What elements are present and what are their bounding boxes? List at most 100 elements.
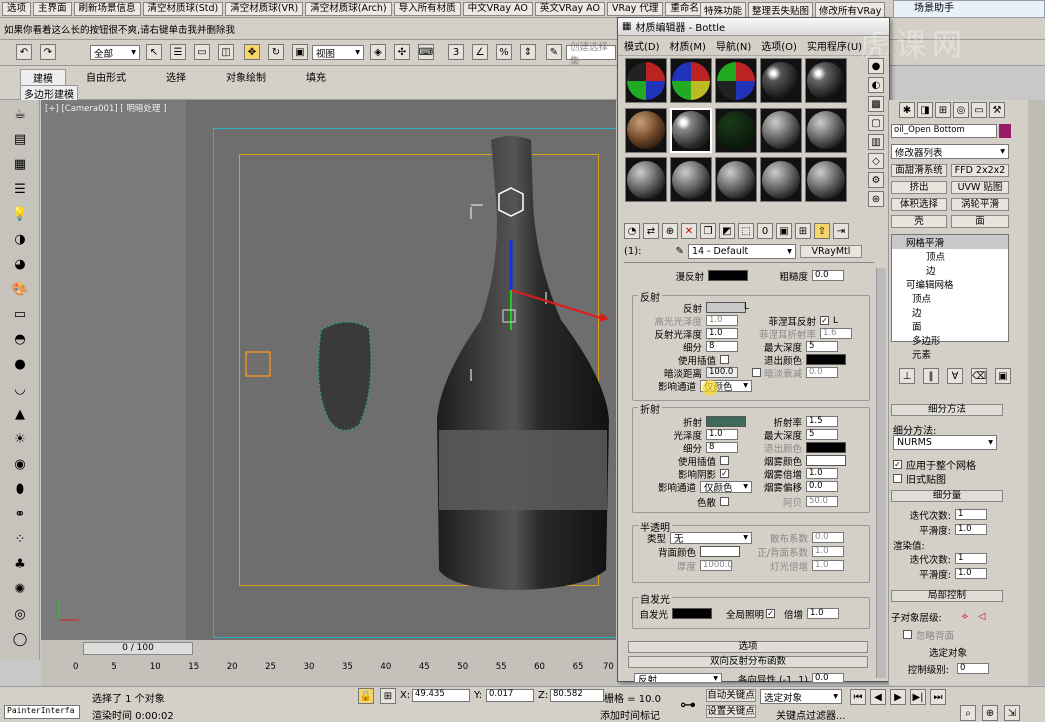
modifier-stack[interactable]: 网格平滑 顶点 边 可编辑网格 顶点 边 面 多边形 元素 xyxy=(891,234,1009,361)
layers-icon[interactable]: ☰ xyxy=(9,178,31,200)
make-unique-icon[interactable]: ◩ xyxy=(719,223,735,239)
extrude-button[interactable]: 挤出 xyxy=(891,181,947,194)
add-time-tag[interactable]: 添加时间标记 xyxy=(600,707,660,722)
thickness-field[interactable]: 1000.0 xyxy=(700,560,733,571)
refr-subdivs-field[interactable]: 8 xyxy=(706,442,738,453)
menu-material[interactable]: 材质(M) xyxy=(670,38,706,53)
reflect-swatch[interactable] xyxy=(706,302,746,313)
play-icon[interactable]: ▶ xyxy=(890,689,906,705)
lock-icon[interactable]: 🔒 xyxy=(358,688,374,704)
filter-select[interactable]: 全部 ▾ xyxy=(90,45,140,60)
refl-interp-check[interactable] xyxy=(720,355,729,364)
sample-slot[interactable] xyxy=(715,58,757,103)
zoom-icon[interactable]: ⌕ xyxy=(960,705,976,721)
show-map-icon[interactable]: ▣ xyxy=(776,223,792,239)
menu-options[interactable]: 选项(O) xyxy=(761,38,797,53)
move-icon[interactable]: ✥ xyxy=(244,44,260,60)
ribbon-tab-populate[interactable]: 填充 xyxy=(286,69,346,85)
maxscript-listener[interactable]: PainterInterfa xyxy=(4,705,80,719)
camera-icon[interactable]: ◎ xyxy=(9,603,31,625)
motion-tab-icon[interactable]: ◎ xyxy=(953,102,969,118)
object-color-swatch[interactable] xyxy=(999,124,1011,138)
render-iter-field[interactable]: 1 xyxy=(955,553,987,564)
sample-slot[interactable] xyxy=(625,107,667,153)
tb-btn-2[interactable]: 刷新场景信息 xyxy=(73,1,141,16)
tb-btn-7[interactable]: 中文VRay AO xyxy=(462,1,533,16)
disk-icon[interactable]: ◉ xyxy=(9,453,31,475)
panel-scrollbar[interactable] xyxy=(1028,100,1045,685)
refract-swatch[interactable] xyxy=(706,416,746,427)
globe-icon[interactable]: ◕ xyxy=(9,253,31,275)
sample-slot[interactable] xyxy=(805,107,847,153)
dim-falloff-field[interactable]: 0.0 xyxy=(806,367,838,378)
ribbon-tab-selection[interactable]: 选择 xyxy=(146,69,206,85)
mat-editor-titlebar[interactable]: ▦ 材质编辑器 - Bottle xyxy=(618,18,889,36)
eyedropper-icon[interactable]: ✎ xyxy=(676,246,684,257)
material-name-field[interactable]: 14 - Default ▾ xyxy=(687,244,796,259)
menu-mode[interactable]: 模式(D) xyxy=(624,38,660,53)
key-icon[interactable]: ⊶ xyxy=(680,695,696,714)
assign-icon[interactable]: ⊕ xyxy=(662,223,678,239)
refr-interp-check[interactable] xyxy=(720,456,729,465)
brdf-type-select[interactable]: 反射 ▾ xyxy=(634,672,722,682)
stack-item[interactable]: 元素 xyxy=(892,347,1008,361)
rollout-brdf[interactable]: 双向反射分布函数 xyxy=(628,656,868,668)
time-ruler[interactable]: 0 5 10 15 20 25 30 35 40 45 50 55 60 65 70 xyxy=(73,662,615,676)
tb-btn-5[interactable]: 清空材质球(Arch) xyxy=(305,1,392,16)
ribbon-tab-freeform[interactable]: 自由形式 xyxy=(66,69,146,85)
uv-tiling-icon[interactable]: ▢ xyxy=(868,115,884,131)
mat-id-icon[interactable]: 0 xyxy=(757,223,773,239)
snap-icon[interactable]: 3 xyxy=(448,44,464,60)
aniso-field[interactable]: 0.0 xyxy=(812,673,844,682)
sample-slot[interactable] xyxy=(625,157,667,203)
particles-icon[interactable]: ⁘ xyxy=(9,528,31,550)
put-library-icon[interactable]: ⬚ xyxy=(738,223,754,239)
ior-field[interactable]: 1.5 xyxy=(806,416,838,427)
stack-item[interactable]: 顶点 xyxy=(892,291,1008,305)
diffuse-swatch[interactable] xyxy=(708,270,748,281)
x-coord-field[interactable]: 49.435 xyxy=(412,689,470,702)
ctrl-level-field[interactable]: 0 xyxy=(957,663,989,674)
put-to-scene-icon[interactable]: ⇄ xyxy=(643,223,659,239)
named-selection-set[interactable]: 创建选择集 xyxy=(566,42,616,67)
menu-navigation[interactable]: 导航(N) xyxy=(716,38,751,53)
modify-vray-button[interactable]: 修改所有VRay xyxy=(815,2,886,18)
back-color-swatch[interactable] xyxy=(700,546,740,557)
vol-select-button[interactable]: 体积选择 xyxy=(891,198,947,211)
select-by-mat-icon[interactable]: ⊛ xyxy=(868,191,884,207)
make-unique-icon[interactable]: ∀ xyxy=(947,368,963,384)
render-smooth-field[interactable]: 1.0 xyxy=(955,568,987,579)
hilight-field[interactable]: 1.0 xyxy=(706,315,738,326)
tb-btn-9[interactable]: VRay 代理 xyxy=(606,1,664,16)
remove-modifier-icon[interactable]: ⌫ xyxy=(971,368,987,384)
teapot-icon[interactable]: ☕ xyxy=(9,103,31,125)
abs-rel-icon[interactable]: ⊞ xyxy=(380,688,396,704)
roughness-field[interactable]: 0.0 xyxy=(812,270,844,281)
shell-button[interactable]: 壳 xyxy=(891,215,947,228)
stack-item[interactable]: 可编辑网格 xyxy=(892,277,1008,291)
object-name-field[interactable]: oil_Open Bottom xyxy=(891,124,997,138)
show-end-icon[interactable]: ⊞ xyxy=(795,223,811,239)
sun-icon[interactable]: ☀ xyxy=(9,428,31,450)
material-type-button[interactable]: VRayMtl xyxy=(799,245,862,258)
select-manipulate-icon[interactable]: ✣ xyxy=(394,44,410,60)
zoom-all-icon[interactable]: ⊕ xyxy=(982,705,998,721)
sample-slot[interactable] xyxy=(805,157,847,203)
ffd-button[interactable]: FFD 2x2x2 xyxy=(951,164,1009,177)
sphere-icon[interactable]: ◑ xyxy=(9,228,31,250)
set-key-button[interactable]: 设置关键点 xyxy=(706,705,756,718)
plant-icon[interactable]: ♣ xyxy=(9,553,31,575)
refr-gloss-field[interactable]: 1.0 xyxy=(706,429,738,440)
modifier-list-select[interactable]: 修改器列表 ▾ xyxy=(891,144,1009,159)
vertex-icon[interactable]: ⟡ xyxy=(962,611,968,622)
key-selection-select[interactable]: 选定对象 ▾ xyxy=(760,689,842,704)
tb-btn-10[interactable]: 重命名 xyxy=(665,1,704,16)
tube-icon[interactable]: ⬮ xyxy=(9,478,31,500)
apply-all-check[interactable]: ✓ xyxy=(893,460,902,469)
pin-stack-icon[interactable]: ⊥ xyxy=(899,368,915,384)
scale-icon[interactable]: ▣ xyxy=(292,44,308,60)
smooth-field[interactable]: 1.0 xyxy=(955,524,987,535)
y-coord-field[interactable]: 0.017 xyxy=(486,689,534,702)
window-crossing-icon[interactable]: ◫ xyxy=(218,44,234,60)
prev-frame-icon[interactable]: ◀ xyxy=(870,689,886,705)
